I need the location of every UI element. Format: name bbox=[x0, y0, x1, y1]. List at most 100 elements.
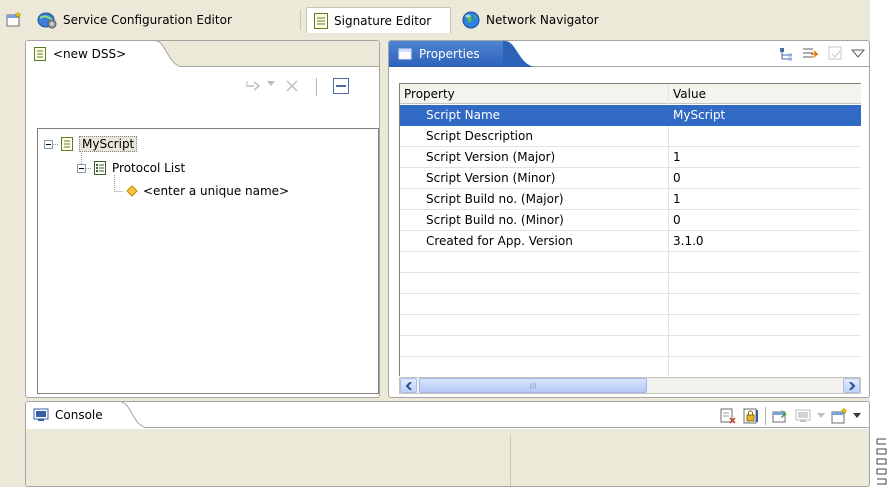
signature-editor-icon bbox=[313, 12, 329, 30]
view-menu-icon[interactable] bbox=[853, 413, 861, 419]
property-row-script-description[interactable]: Script Description bbox=[400, 126, 861, 147]
show-categories-icon[interactable] bbox=[777, 45, 795, 63]
edge-watermark bbox=[872, 435, 892, 487]
property-row-script-name[interactable]: Script Name MyScript bbox=[400, 105, 861, 126]
clear-console-icon[interactable] bbox=[719, 407, 737, 425]
perspective-tab-network-navigator[interactable]: Network Navigator bbox=[455, 7, 605, 33]
tree-item-new-protocol[interactable]: <enter a unique name> bbox=[126, 182, 289, 200]
tab-curve bbox=[503, 41, 537, 67]
scroll-left-button[interactable] bbox=[400, 378, 417, 393]
empty-row bbox=[400, 336, 861, 357]
column-header-value[interactable]: Value bbox=[669, 84, 859, 104]
scroll-thumb[interactable]: III bbox=[419, 378, 647, 393]
chevron-right-icon bbox=[848, 381, 855, 390]
property-row-script-version-major[interactable]: Script Version (Major) 1 bbox=[400, 147, 861, 168]
property-row-script-build-minor[interactable]: Script Build no. (Minor) 0 bbox=[400, 210, 861, 231]
empty-row bbox=[400, 315, 861, 336]
empty-row bbox=[400, 294, 861, 315]
show-advanced-properties-icon[interactable] bbox=[801, 45, 821, 63]
empty-row bbox=[400, 273, 861, 294]
property-value[interactable]: 0 bbox=[669, 210, 859, 230]
property-value[interactable]: 3.1.0 bbox=[669, 231, 859, 251]
view-menu-icon[interactable] bbox=[851, 49, 865, 59]
empty-row bbox=[400, 357, 861, 376]
property-row-script-build-major[interactable]: Script Build no. (Major) 1 bbox=[400, 189, 861, 210]
network-navigator-icon bbox=[461, 10, 481, 30]
console-view-tab-label: Console bbox=[55, 408, 103, 422]
console-icon bbox=[33, 408, 49, 422]
perspective-bar: Service Configuration Editor Signature E… bbox=[0, 0, 870, 38]
console-output[interactable] bbox=[26, 429, 869, 486]
open-perspective-button[interactable] bbox=[3, 9, 25, 31]
property-name: Script Version (Minor) bbox=[426, 171, 556, 185]
add-element-icon[interactable] bbox=[244, 78, 262, 94]
tree-item-myscript[interactable]: MyScript bbox=[60, 135, 138, 153]
eclipse-window: Service Configuration Editor Signature E… bbox=[0, 0, 870, 487]
service-configuration-icon bbox=[36, 10, 58, 30]
property-value[interactable]: 1 bbox=[669, 189, 859, 209]
property-name: Script Build no. (Major) bbox=[426, 192, 564, 206]
console-toolbar bbox=[719, 406, 861, 426]
dropdown-arrow-icon[interactable] bbox=[817, 413, 825, 419]
console-view-tab[interactable]: Console bbox=[26, 402, 121, 428]
pin-console-icon[interactable] bbox=[771, 407, 789, 425]
console-divider bbox=[510, 435, 511, 486]
property-row-created-for-app-version[interactable]: Created for App. Version 3.1.0 bbox=[400, 231, 861, 252]
collapse-all-icon[interactable] bbox=[332, 77, 350, 95]
column-header-property[interactable]: Property bbox=[400, 84, 668, 104]
tab-curve bbox=[154, 41, 185, 67]
edge-watermark-glyphs bbox=[876, 438, 887, 485]
properties-view-tab[interactable]: Properties bbox=[389, 41, 505, 67]
toolbar-separator bbox=[765, 407, 766, 425]
scroll-lock-icon[interactable] bbox=[742, 407, 760, 425]
chevron-left-icon bbox=[405, 381, 412, 390]
restore-default-icon[interactable] bbox=[827, 45, 845, 63]
dss-view-tabstrip: <new DSS> bbox=[26, 41, 379, 67]
properties-view: Properties Property Value Script Name My… bbox=[388, 40, 870, 398]
tab-curve bbox=[119, 402, 150, 428]
property-name: Created for App. Version bbox=[426, 234, 573, 248]
dss-view-tab[interactable]: <new DSS> bbox=[26, 41, 156, 67]
properties-view-tab-label: Properties bbox=[419, 47, 480, 61]
properties-toolbar bbox=[777, 44, 865, 64]
property-value[interactable] bbox=[669, 126, 859, 146]
property-row-script-version-minor[interactable]: Script Version (Minor) 0 bbox=[400, 168, 861, 189]
toolbar-separator bbox=[316, 78, 317, 96]
protocol-list-icon bbox=[93, 160, 107, 176]
perspective-tab-signature-editor[interactable]: Signature Editor bbox=[306, 7, 451, 33]
property-name: Script Description bbox=[426, 129, 533, 143]
properties-icon bbox=[398, 47, 412, 61]
perspective-tab-service-configuration-editor[interactable]: Service Configuration Editor bbox=[30, 7, 238, 33]
scroll-thumb-grip: III bbox=[529, 382, 537, 391]
tree-item-protocol-list[interactable]: Protocol List bbox=[93, 159, 185, 177]
property-value[interactable]: 0 bbox=[669, 168, 859, 188]
properties-table: Property Value Script Name MyScript Scri… bbox=[399, 83, 861, 376]
perspective-tab-label: Service Configuration Editor bbox=[63, 13, 232, 27]
open-console-icon[interactable] bbox=[830, 407, 848, 425]
scroll-right-button[interactable] bbox=[843, 378, 860, 393]
property-value[interactable]: 1 bbox=[669, 147, 859, 167]
perspective-tab-label: Signature Editor bbox=[334, 13, 432, 28]
console-view-tabstrip: Console bbox=[26, 402, 869, 428]
horizontal-scrollbar[interactable]: III bbox=[399, 377, 861, 394]
tree-item-label: Protocol List bbox=[112, 161, 186, 175]
dss-view-toolbar bbox=[26, 67, 379, 107]
property-value[interactable]: MyScript bbox=[669, 105, 859, 125]
property-name: Script Version (Major) bbox=[426, 150, 556, 164]
display-selected-console-icon[interactable] bbox=[794, 407, 812, 425]
dropdown-arrow-icon[interactable] bbox=[267, 81, 275, 87]
perspective-tab-label: Network Navigator bbox=[486, 13, 599, 27]
tree-item-label: MyScript bbox=[79, 136, 138, 152]
dss-document-icon bbox=[33, 46, 47, 62]
dss-view-tab-label: <new DSS> bbox=[53, 47, 127, 61]
script-document-icon bbox=[60, 136, 74, 152]
console-view: Console bbox=[25, 401, 870, 487]
properties-view-tabstrip: Properties bbox=[389, 41, 869, 67]
remove-element-icon[interactable] bbox=[284, 78, 300, 94]
property-name: Script Build no. (Minor) bbox=[426, 213, 564, 227]
perspective-separator bbox=[300, 10, 301, 30]
empty-row bbox=[400, 252, 861, 273]
diamond-icon bbox=[126, 185, 138, 197]
open-perspective-icon bbox=[5, 11, 23, 29]
property-name: Script Name bbox=[426, 108, 501, 122]
